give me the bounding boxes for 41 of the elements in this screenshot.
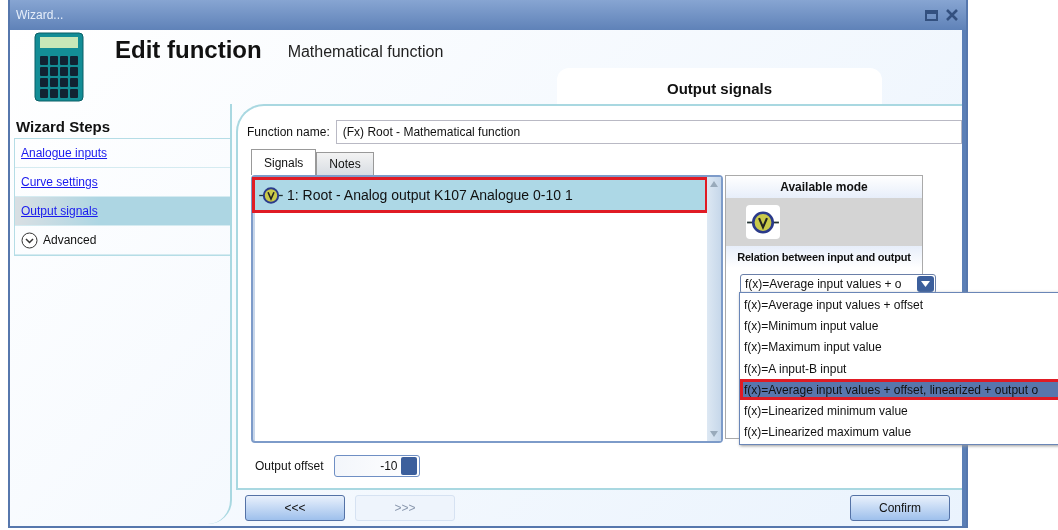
dropdown-option[interactable]: f(x)=Maximum input value bbox=[740, 336, 1058, 358]
relation-dropdown[interactable]: f(x)=Average input values + o bbox=[740, 274, 936, 294]
chevron-down-icon[interactable] bbox=[21, 231, 38, 249]
dropdown-option[interactable]: f(x)=Linearized minimum value bbox=[740, 400, 1058, 422]
wizard-step[interactable]: Analogue inputs bbox=[15, 139, 230, 168]
close-icon[interactable] bbox=[946, 9, 958, 21]
output-offset-label: Output offset bbox=[255, 459, 324, 473]
wizard-step[interactable]: Advanced bbox=[15, 226, 230, 255]
wizard-step[interactable]: Output signals bbox=[15, 197, 230, 226]
dropdown-option[interactable]: f(x)=Average input values + offset bbox=[740, 294, 1058, 316]
signal-row[interactable]: 1: Root - Analog output K107 Analogue 0-10 1 bbox=[255, 180, 705, 210]
scroll-up-icon[interactable] bbox=[710, 181, 718, 187]
calculator-icon bbox=[34, 32, 84, 102]
relation-label: Relation between input and output bbox=[726, 246, 922, 268]
tab[interactable]: Signals bbox=[251, 149, 317, 175]
output-offset-field[interactable]: -10 bbox=[333, 455, 420, 477]
step-link[interactable]: Output signals bbox=[21, 204, 98, 218]
window-title: Wizard... bbox=[16, 8, 65, 22]
dropdown-option[interactable]: f(x)=Minimum input value bbox=[740, 315, 1058, 337]
tab[interactable]: Notes bbox=[316, 152, 374, 175]
maximize-icon[interactable] bbox=[925, 9, 938, 21]
scrollbar[interactable] bbox=[707, 177, 721, 441]
nav-button[interactable]: <<< bbox=[245, 495, 345, 521]
advanced-label[interactable]: Advanced bbox=[43, 233, 97, 247]
step-link[interactable]: Curve settings bbox=[21, 175, 98, 189]
page-title: Edit function bbox=[115, 36, 262, 64]
sidebar-title: Wizard Steps bbox=[16, 118, 112, 135]
voltage-icon bbox=[747, 210, 779, 234]
dropdown-arrow-icon[interactable] bbox=[921, 281, 930, 287]
dropdown-option[interactable]: f(x)=A input-B input bbox=[740, 357, 1058, 380]
voltage-icon bbox=[259, 186, 283, 204]
nav-button[interactable]: Confirm bbox=[850, 495, 950, 521]
dropdown-option[interactable]: f(x)=Average input values + offset, linearized + output o bbox=[740, 379, 1058, 401]
mode-title: Available mode bbox=[726, 176, 922, 198]
function-name-field[interactable]: (Fx) Root - Mathematical function bbox=[335, 120, 962, 144]
scroll-down-icon[interactable] bbox=[710, 431, 718, 437]
step-link[interactable]: Analogue inputs bbox=[21, 146, 108, 160]
page-subtitle: Mathematical function bbox=[287, 43, 444, 61]
function-name-label: Function name: bbox=[247, 125, 330, 139]
mode-button[interactable] bbox=[746, 205, 780, 239]
dropdown-option[interactable]: f(x)=Linearized maximum value bbox=[740, 421, 1058, 444]
